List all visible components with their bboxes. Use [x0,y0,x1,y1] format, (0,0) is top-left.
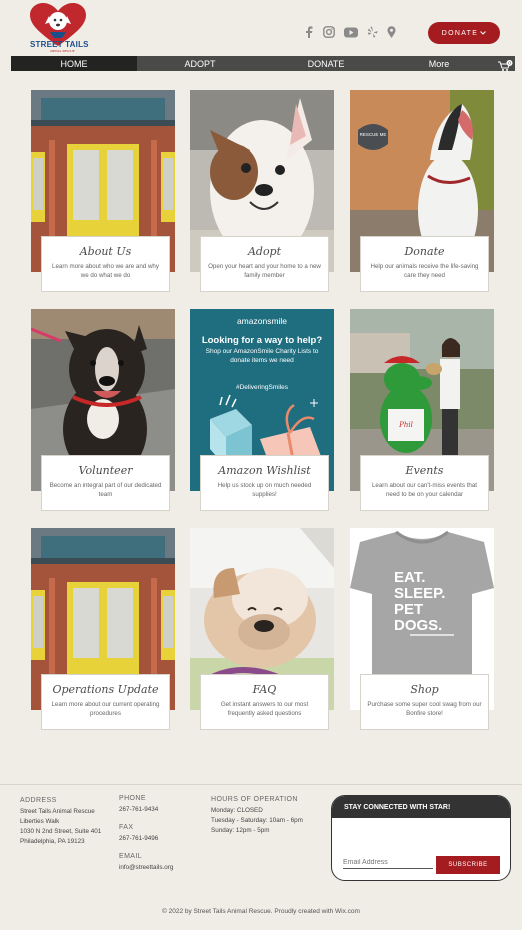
card-title: Events [405,464,444,477]
footer-contact: PHONE 267-761-9434 FAX 267-761-9496 EMAI… [119,794,173,873]
card-title: FAQ [252,683,277,696]
card-title: Volunteer [78,464,133,477]
card-shop[interactable]: EAT. SLEEP. PET DOGS. Shop Purchase some… [350,528,494,730]
hours-heading: HOURS OF OPERATION [211,796,298,803]
card-title: Adopt [247,245,282,258]
card-caption: Events Learn about our can't-miss events… [360,455,489,511]
card-description: Learn more about who we are and why we d… [52,263,159,279]
facebook-icon[interactable] [304,26,314,38]
card-caption: Volunteer Become an integral part of our… [41,455,170,511]
youtube-icon[interactable] [344,27,358,38]
copyright-text: © 2022 by Street Tails Animal Rescue. Pr… [162,908,360,915]
address-line: Philadelphia, PA 19123 [20,838,85,845]
amazon-brand: amazonsmile [237,316,287,326]
hours-line: Monday: CLOSED [211,807,263,814]
card-faq[interactable]: FAQ Get instant answers to our most freq… [190,528,334,730]
card-operations-update[interactable]: Operations Update Learn more about our c… [31,528,175,730]
nav-item-more[interactable]: More [389,56,489,71]
card-adopt[interactable]: Adopt Open your heart and your home to a… [190,90,334,292]
card-caption: Donate Help our animals receive the life… [360,236,489,292]
address-heading: ADDRESS [20,797,57,804]
shirt-line-2: SLEEP. [394,585,445,602]
rescue-sign-text: RESCUE ME [360,132,387,137]
instagram-icon[interactable] [323,26,335,38]
email-heading: EMAIL [119,853,143,860]
card-title: About Us [79,245,132,258]
header-donate-button[interactable]: DONATE [428,22,500,44]
hours-line: Sunday: 12pm - 5pm [211,827,270,834]
card-title: Operations Update [52,683,159,696]
card-description: Become an integral part of our dedicated… [49,482,162,498]
logo-wordmark: STREET TAILS [30,40,89,49]
main-nav: HOME ADOPT DONATE More 0 [11,56,515,71]
newsletter-signup: STAY CONNECTED WITH STAR! SUBSCRIBE [331,795,511,881]
footer-divider [0,784,522,785]
shirt-line-3: PET [394,601,423,618]
amazon-body: Shop our AmazonSmile Charity Lists to do… [205,348,319,364]
footer-hours: HOURS OF OPERATION Monday: CLOSED Tuesda… [211,795,303,836]
subscribe-button[interactable]: SUBSCRIBE [436,856,500,874]
address-line: Street Tails Animal Rescue [20,808,95,815]
nav-item-donate[interactable]: DONATE [263,56,389,71]
signup-heading: STAY CONNECTED WITH STAR! [332,796,510,818]
logo-tagline: ANIMAL RESCUE [50,49,75,53]
card-about-us[interactable]: About Us Learn more about who we are and… [31,90,175,292]
card-title: Amazon Wishlist [218,464,311,477]
card-caption: Operations Update Learn more about our c… [41,674,170,730]
cart-button[interactable]: 0 [497,57,513,76]
card-amazon-wishlist[interactable]: amazonsmile Looking for a way to help? S… [190,309,334,511]
social-links [304,26,396,38]
nav-item-home[interactable]: HOME [11,56,137,71]
card-caption: Shop Purchase some super cool swag from … [360,674,489,730]
card-donate[interactable]: RESCUE ME Donate Help our animals receiv… [350,90,494,292]
nav-item-adopt[interactable]: ADOPT [137,56,263,71]
fax-value: 267-761-9496 [119,835,159,842]
shirt-line-1: EAT. [394,569,425,586]
amazon-headline: Looking for a way to help? [202,335,323,346]
hours-line: Tuesday - Saturday: 10am - 6pm [211,817,303,824]
donate-label: DONATE [441,29,479,37]
card-caption: FAQ Get instant answers to our most freq… [200,674,329,730]
card-title: Shop [410,683,439,696]
card-description: Purchase some super cool swag from our B… [367,701,482,717]
card-description: Help us stock up on much needed supplies… [217,482,312,498]
card-volunteer[interactable]: Volunteer Become an integral part of our… [31,309,175,511]
amazon-hashtag: #DeliveringSmiles [236,384,289,391]
card-caption: Adopt Open your heart and your home to a… [200,236,329,292]
card-events[interactable]: Phil Events Learn about our can't-miss e… [350,309,494,511]
card-title: Donate [404,245,445,258]
cart-icon: 0 [498,60,513,71]
phone-heading: PHONE [119,795,146,802]
chevron-down-icon [480,31,487,35]
phone-value[interactable]: 267-761-9434 [119,805,173,815]
map-pin-icon[interactable] [387,26,396,38]
card-description: Learn more about our current operating p… [51,701,160,717]
address-line: Liberties Walk [20,818,60,825]
card-description: Get instant answers to our most frequent… [220,701,309,717]
card-description: Learn about our can't-miss events that n… [371,482,478,498]
address-line: 1030 N 2nd Street, Suite 401 [20,828,102,835]
card-description: Help our animals receive the life-saving… [370,263,479,279]
card-caption: About Us Learn more about who we are and… [41,236,170,292]
fax-heading: FAX [119,824,134,831]
email-input[interactable] [343,859,433,869]
card-description: Open your heart and your home to a new f… [208,263,321,279]
footer-address: ADDRESS Street Tails Animal Rescue Liber… [20,796,101,847]
shirt-line-4: DOGS. [394,617,442,634]
svg-text:Phil: Phil [398,421,413,429]
yelp-icon[interactable] [367,26,378,38]
email-link[interactable]: info@streettails.org [119,863,173,873]
card-caption: Amazon Wishlist Help us stock up on much… [200,455,329,511]
